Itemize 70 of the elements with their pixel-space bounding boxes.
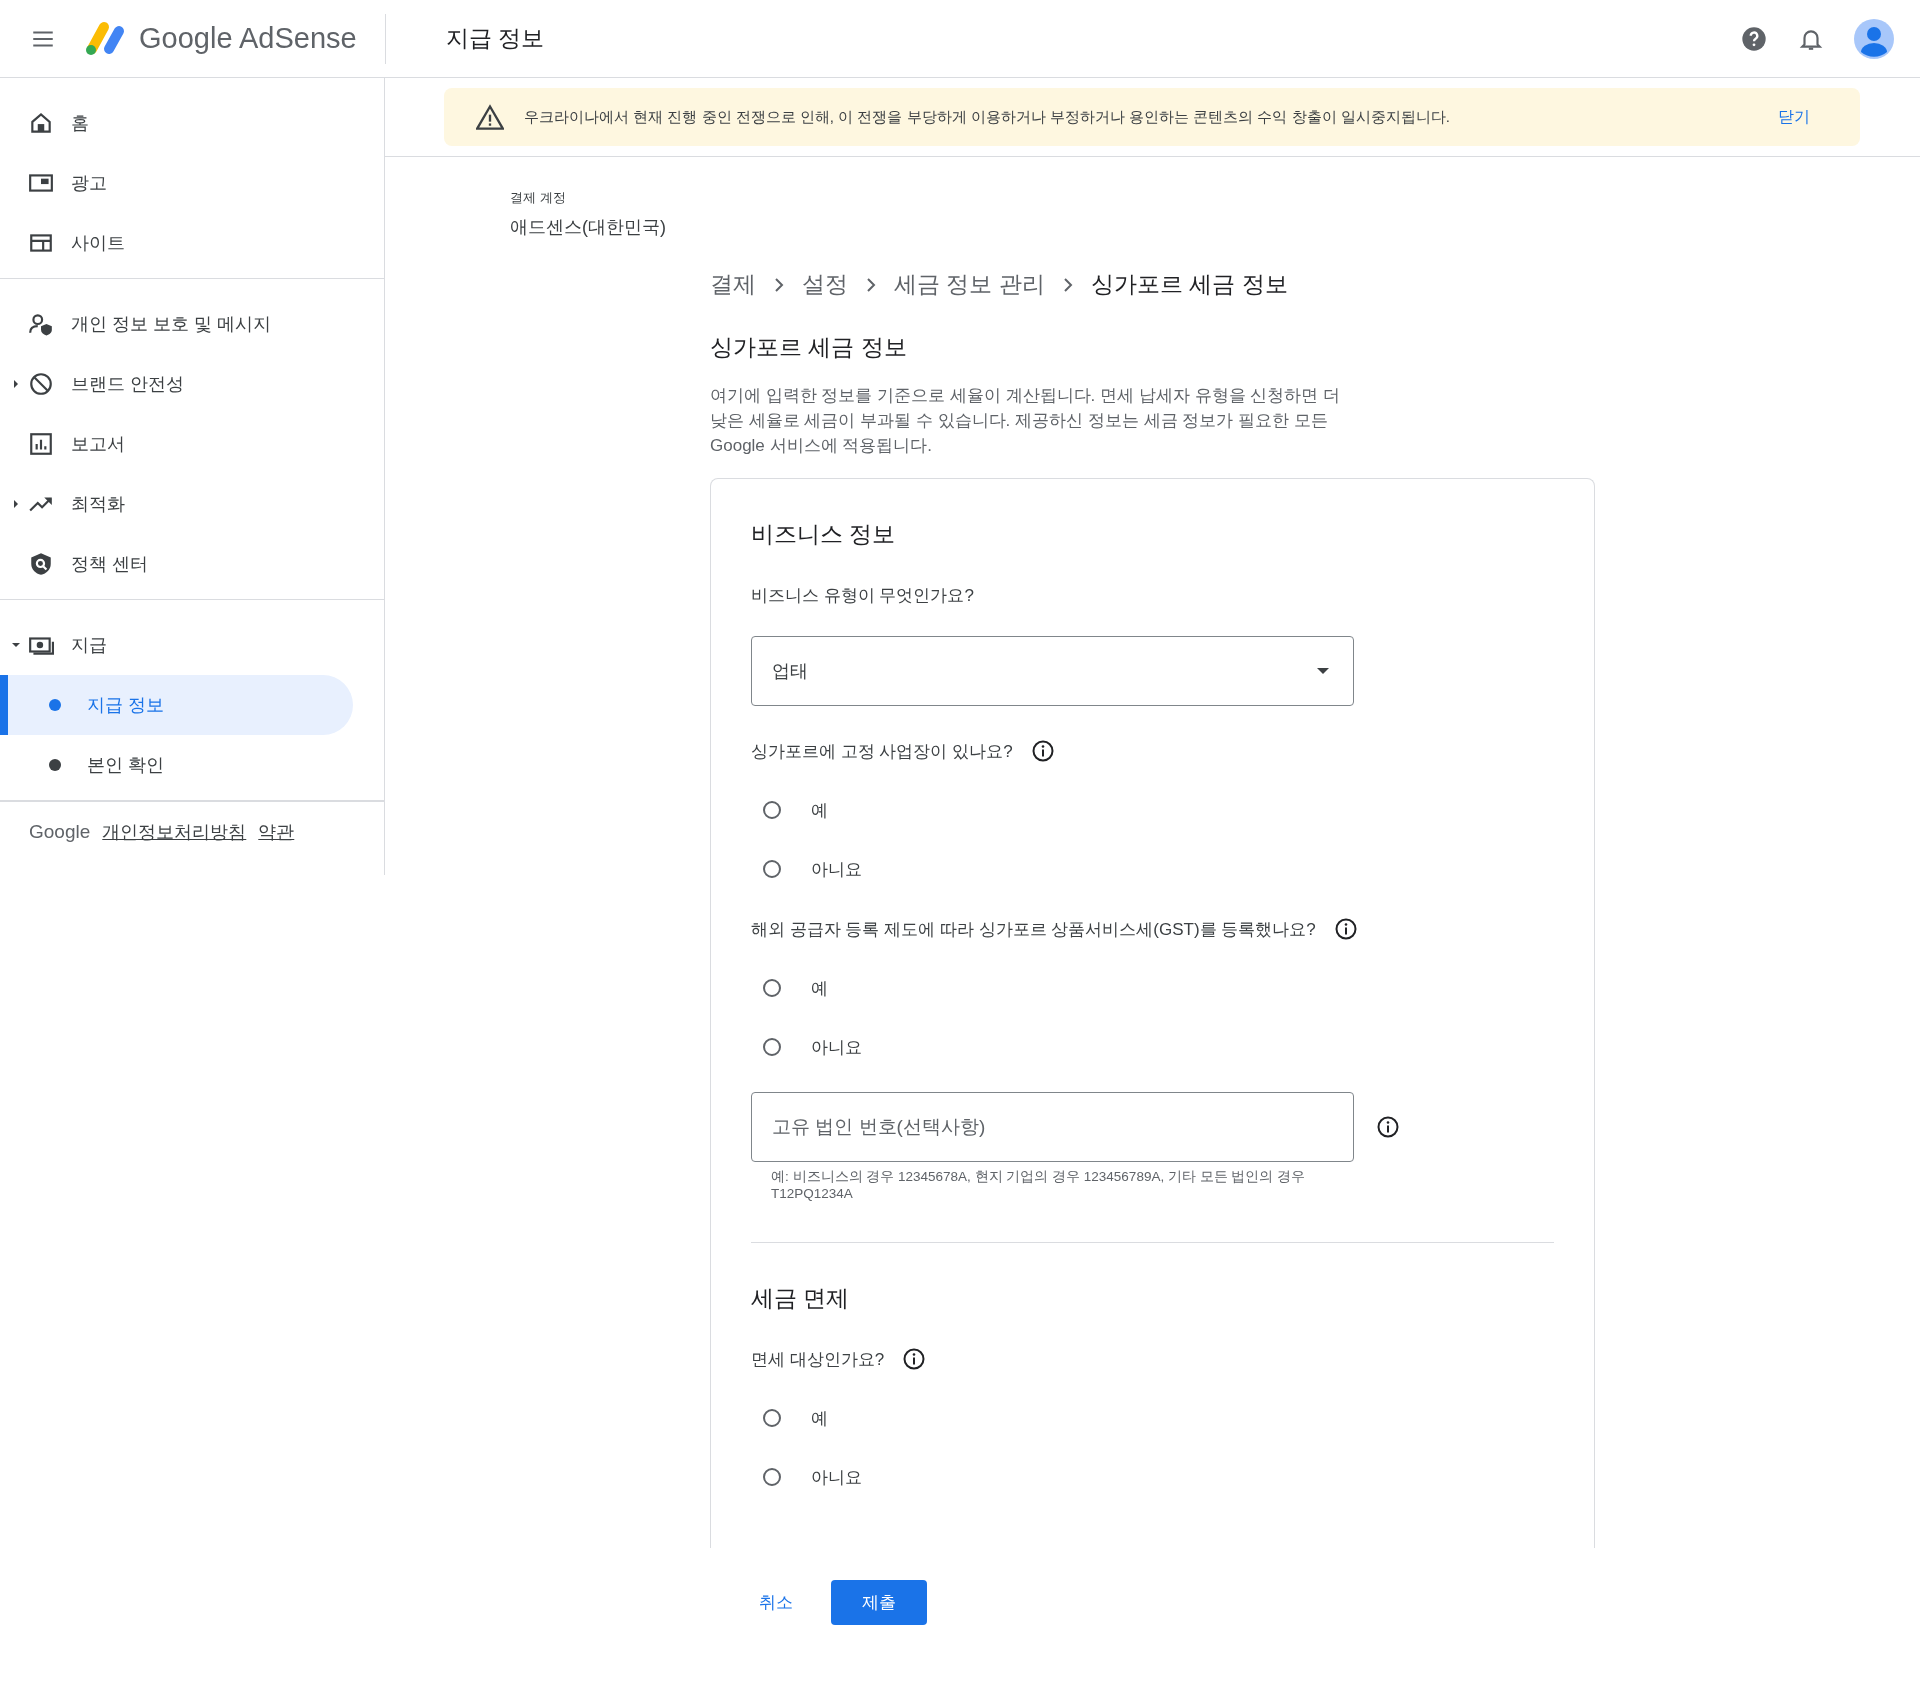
page-heading: 싱가포르 세금 정보 [710, 333, 908, 362]
submit-button[interactable]: 제출 [831, 1580, 927, 1625]
nav-item[interactable]: 개인 정보 보호 및 메시지 [0, 294, 384, 354]
section-heading: 비즈니스 정보 [751, 520, 897, 549]
hint-text: 예: 비즈니스의 경우 12345678A, 현지 기업의 경우 123456789A, 기타 모든 법인의 경우 T12PQ1234A [771, 1168, 1307, 1202]
question-label: 비즈니스 유형이 무엇인가요? [751, 584, 974, 607]
radio-label: 아니요 [811, 1036, 862, 1059]
chevron-right-icon [1062, 277, 1073, 292]
input-field[interactable]: 고유 법인 번호(선택사항) [751, 1092, 1354, 1162]
question-label: 싱가포르에 고정 사업장이 있나요? [751, 740, 1013, 763]
radio-label: 예 [811, 1407, 828, 1430]
radio-button[interactable] [763, 801, 781, 819]
radio-label: 아니요 [811, 1466, 862, 1489]
info-icon[interactable] [1030, 739, 1055, 763]
chevron-right-icon [774, 277, 784, 292]
question-label: 면세 대상인가요? [751, 1348, 885, 1371]
radio-button[interactable] [763, 979, 781, 997]
caret-right-icon[interactable] [12, 380, 20, 388]
info-icon[interactable] [1376, 1115, 1400, 1139]
home-icon [28, 110, 54, 136]
bullet-icon [49, 759, 61, 771]
block-icon [28, 371, 54, 397]
product-name: Google AdSense [139, 22, 357, 55]
nav-item[interactable]: 브랜드 안전성 [0, 354, 384, 414]
shield-search-icon [28, 551, 54, 577]
radio-label: 아니요 [811, 858, 862, 881]
footer-link[interactable]: 개인정보처리방침 [102, 820, 247, 844]
bar-chart-icon [28, 431, 54, 457]
radio-label: 예 [811, 977, 828, 1000]
radio-button[interactable] [763, 860, 781, 878]
google-wordmark: Google [29, 821, 91, 843]
nav-subitem[interactable]: 지급 정보 [0, 675, 353, 735]
caret-down-icon[interactable] [12, 641, 20, 649]
warning-icon [476, 104, 504, 130]
info-icon[interactable] [902, 1347, 927, 1371]
radio-button[interactable] [763, 1468, 781, 1486]
avatar-icon[interactable] [1854, 18, 1894, 59]
info-icon[interactable] [1333, 917, 1358, 941]
banner-text: 우크라이나에서 현재 진행 중인 전쟁으로 인해, 이 전쟁을 부당하게 이용하거나 부정하거나 용인하는 콘텐츠의 수익 창출이 일시중지됩니다. [524, 107, 1451, 127]
section-heading: 세금 면제 [751, 1284, 851, 1313]
breadcrumb-link[interactable]: 싱가포르 세금 정보 [1090, 269, 1288, 300]
account-name: 애드센스(대한민국) [510, 216, 667, 239]
person-shield-icon [28, 311, 54, 337]
breadcrumb-link[interactable]: 결제 [710, 269, 756, 300]
help-icon[interactable] [1740, 24, 1768, 53]
nav-item[interactable]: 사이트 [0, 213, 384, 273]
nav-item[interactable]: 보고서 [0, 414, 384, 474]
description-text: 여기에 입력한 정보를 기준으로 세율이 계산됩니다. 면세 납세자 유형을 신청하면 더 낮은 세율로 세금이 부과될 수 있습니다. 제공하신 정보는 세금 정보가 필요한 모든 Google 서비스에 적용됩니다. [710, 385, 1340, 457]
chevron-right-icon [866, 277, 876, 292]
page-title: 지급 정보 [445, 24, 545, 53]
nav-item[interactable]: 정책 센터 [0, 534, 384, 594]
caret-right-icon[interactable] [12, 500, 20, 508]
footer-link[interactable]: 약관 [258, 820, 295, 844]
nav-item[interactable]: 최적화 [0, 474, 384, 534]
question-label: 해외 공급자 등록 제도에 따라 싱가포르 상품서비스세(GST)를 등록했나요? [751, 918, 1316, 941]
breadcrumb-link[interactable]: 세금 정보 관리 [894, 269, 1045, 300]
nav-item[interactable]: 홈 [0, 93, 384, 153]
nav-subitem[interactable]: 본인 확인 [0, 735, 353, 795]
breadcrumb-link[interactable]: 설정 [802, 269, 848, 300]
radio-button[interactable] [763, 1409, 781, 1427]
nav-item[interactable]: 지급 [0, 615, 384, 675]
business-type-dropdown[interactable]: 업태 [751, 636, 1354, 706]
dropdown-arrow-icon [1317, 668, 1329, 674]
radio-label: 예 [811, 799, 828, 822]
cancel-button[interactable]: 취소 [745, 1580, 807, 1625]
account-label: 결제 계정 [510, 189, 567, 207]
bullet-icon [49, 699, 61, 711]
dismiss-link[interactable]: 닫기 [1778, 106, 1810, 128]
radio-button[interactable] [763, 1038, 781, 1056]
nav-item[interactable]: 광고 [0, 153, 384, 213]
